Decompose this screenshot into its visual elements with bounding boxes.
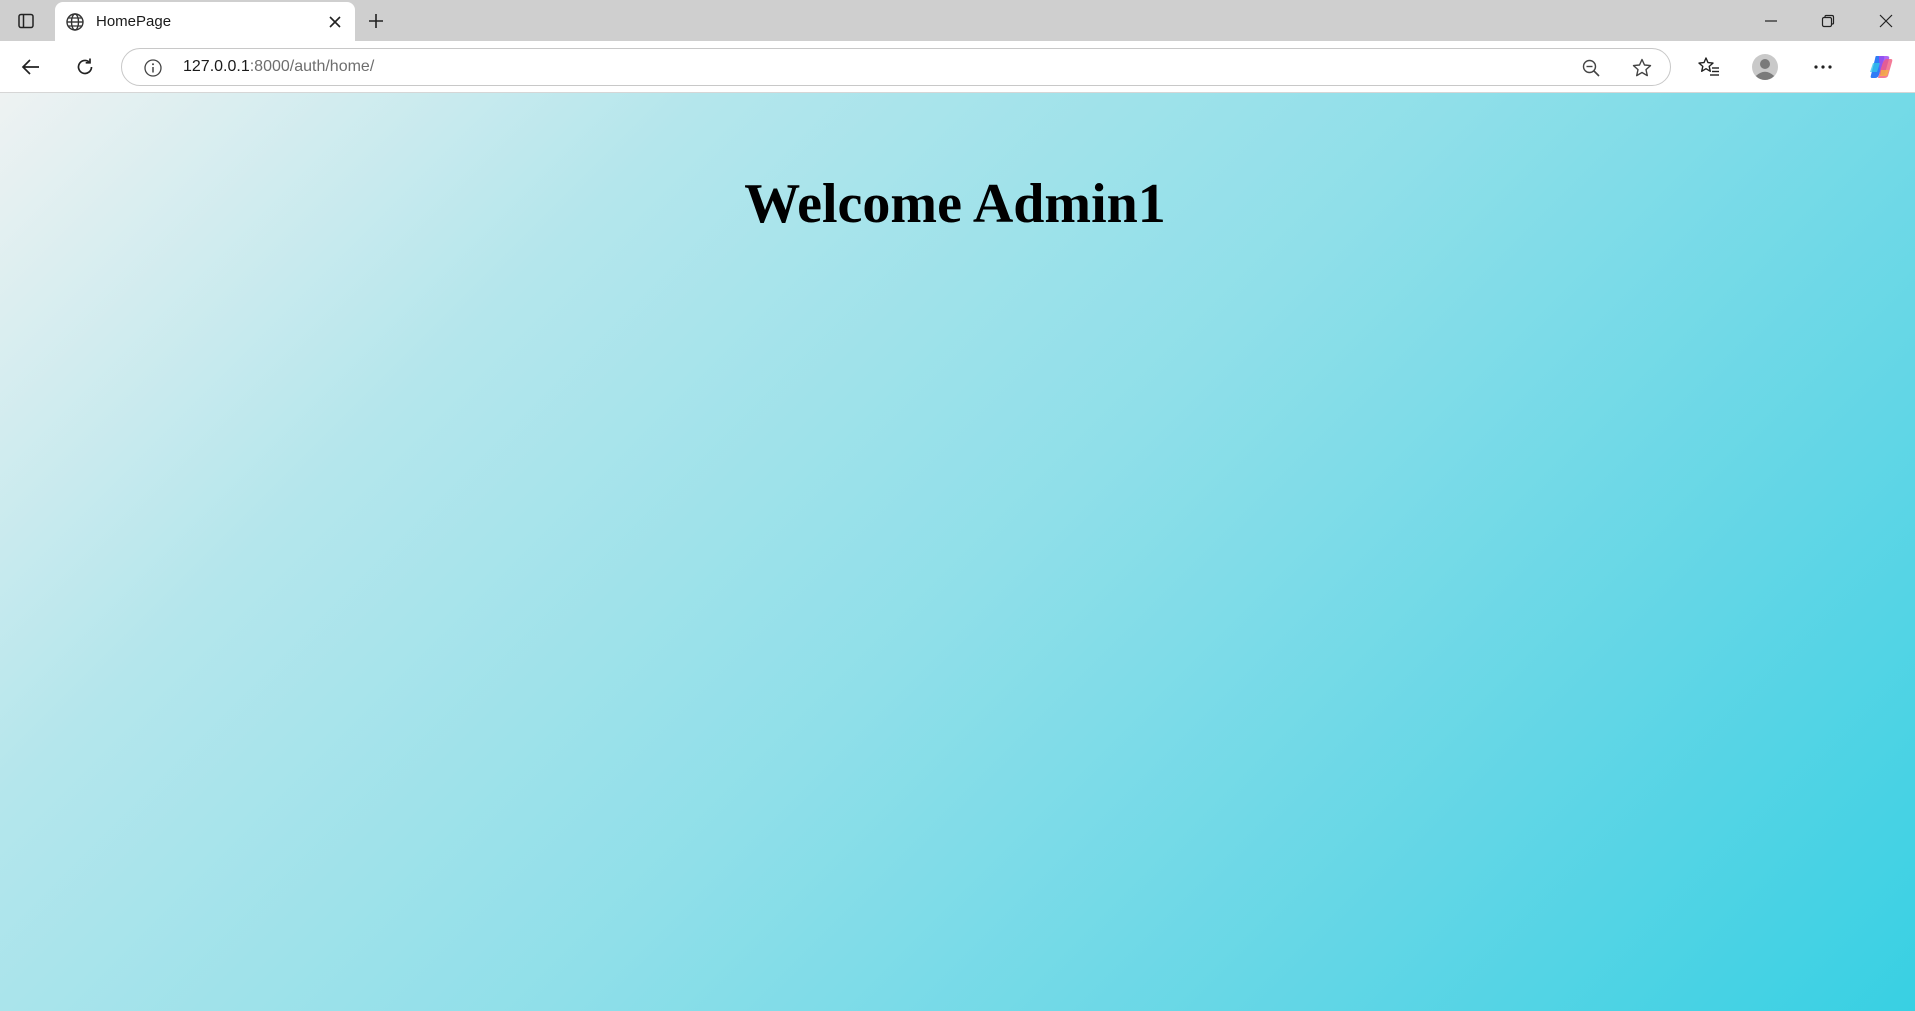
url-host: 127.0.0.1 xyxy=(183,58,250,75)
favorites-button[interactable] xyxy=(1691,49,1727,85)
new-tab-button[interactable] xyxy=(363,9,389,33)
favorite-button[interactable] xyxy=(1630,56,1654,80)
profile-button[interactable] xyxy=(1747,49,1783,85)
close-window-button[interactable] xyxy=(1864,6,1908,36)
tab-title: HomePage xyxy=(96,13,172,30)
close-icon xyxy=(1879,14,1893,28)
close-icon xyxy=(329,16,341,28)
minimize-button[interactable] xyxy=(1749,6,1793,36)
zoom-out-icon xyxy=(1582,59,1600,77)
globe-icon xyxy=(64,11,86,33)
favorites-icon xyxy=(1698,57,1719,76)
minimize-icon xyxy=(1765,20,1777,22)
page-title: Welcome Admin1 xyxy=(744,173,1166,235)
tab-actions-icon xyxy=(18,13,34,29)
info-icon xyxy=(144,59,162,77)
url-text[interactable]: 127.0.0.1:8000/auth/home/ xyxy=(183,58,374,76)
plus-icon xyxy=(369,14,383,28)
url-path: :8000/auth/home/ xyxy=(249,58,375,75)
browser-window: HomePage 127.0.0.1:8000/auth/home/ Welco… xyxy=(0,0,1915,1011)
zoom-button[interactable] xyxy=(1580,57,1602,79)
back-button[interactable] xyxy=(13,49,49,85)
back-arrow-icon xyxy=(21,59,39,75)
reload-button[interactable] xyxy=(67,49,103,85)
copilot-icon xyxy=(1870,56,1893,78)
more-button[interactable] xyxy=(1805,49,1841,85)
copilot-button[interactable] xyxy=(1863,49,1899,85)
reload-icon xyxy=(77,58,93,75)
profile-icon xyxy=(1752,54,1778,80)
address-bar[interactable]: 127.0.0.1:8000/auth/home/ xyxy=(121,48,1671,86)
tab-homepage[interactable]: HomePage xyxy=(55,2,355,41)
close-tab-button[interactable] xyxy=(325,12,345,32)
restore-button[interactable] xyxy=(1806,6,1850,36)
browser-toolbar: 127.0.0.1:8000/auth/home/ xyxy=(0,41,1915,93)
star-icon xyxy=(1632,58,1652,77)
more-icon xyxy=(1814,65,1832,69)
restore-icon xyxy=(1821,14,1835,28)
tab-actions-button[interactable] xyxy=(12,9,40,33)
tab-strip: HomePage xyxy=(0,0,1915,41)
page-viewport: Welcome Admin1 xyxy=(0,93,1915,1011)
site-info-button[interactable] xyxy=(142,57,164,79)
